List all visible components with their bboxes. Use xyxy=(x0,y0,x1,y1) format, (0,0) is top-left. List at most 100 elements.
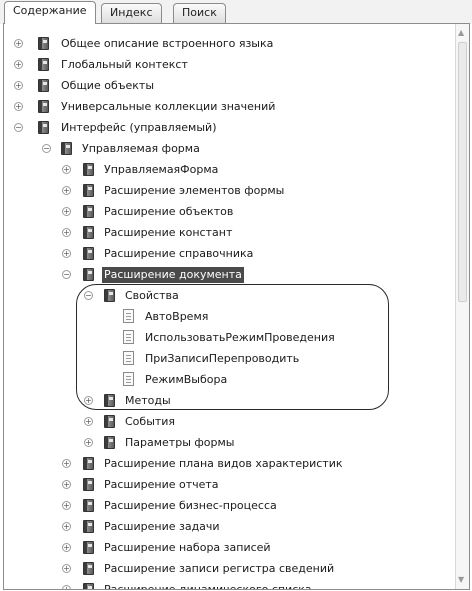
book-icon xyxy=(38,121,49,134)
tree-item-catalog-ext[interactable]: + Расширение справочника xyxy=(4,244,455,265)
scroll-down-arrow-icon[interactable]: ▼ xyxy=(458,575,464,585)
tree-item-managed-form-object[interactable]: + УправляемаяФорма xyxy=(4,160,455,181)
tree-item-label: Свойства xyxy=(125,289,179,302)
book-icon xyxy=(104,436,115,449)
tree-item-label: Общие объекты xyxy=(61,79,155,92)
tree-item-label: Расширение динамического списка xyxy=(104,583,312,590)
tree-item-label: УправляемаяФорма xyxy=(104,163,219,176)
tree-item-label: АвтоВремя xyxy=(145,310,209,323)
expand-icon[interactable]: + xyxy=(14,102,23,111)
collapse-icon[interactable]: − xyxy=(14,123,23,132)
page-icon xyxy=(123,372,134,386)
collapse-icon[interactable]: − xyxy=(84,291,93,300)
tree-item-managed-form[interactable]: − Управляемая форма xyxy=(4,139,455,160)
tree-item-business-process-ext[interactable]: + Расширение бизнес-процесса xyxy=(4,496,455,517)
expand-icon[interactable]: + xyxy=(62,564,71,573)
help-tree: + Общее описание встроенного языка + Гло… xyxy=(4,24,455,589)
book-icon xyxy=(83,457,94,470)
tree-item-label: Общее описание встроенного языка xyxy=(61,37,274,50)
tree-item-constants-ext[interactable]: + Расширение констант xyxy=(4,223,455,244)
page-icon xyxy=(123,330,134,344)
tree-item-label: Интерфейс (управляемый) xyxy=(61,121,217,134)
book-icon xyxy=(104,394,115,407)
book-icon xyxy=(61,142,72,155)
tree-item-record-set-ext[interactable]: + Расширение набора записей xyxy=(4,538,455,559)
tab-index[interactable]: Индекс xyxy=(101,3,162,23)
book-icon xyxy=(83,226,94,239)
book-icon xyxy=(83,520,94,533)
tree-item-dynamic-list-ext[interactable]: + Расширение динамического списка xyxy=(4,580,455,590)
expand-icon[interactable]: + xyxy=(62,543,71,552)
expand-icon[interactable]: + xyxy=(62,480,71,489)
expand-icon[interactable]: + xyxy=(62,207,71,216)
scrollbar-thumb[interactable] xyxy=(458,42,467,302)
book-icon xyxy=(83,247,94,260)
tree-item-global-context[interactable]: + Глобальный контекст xyxy=(4,55,455,76)
tree-item-label: Глобальный контекст xyxy=(61,58,188,71)
tree-item-prop-choice-mode[interactable]: РежимВыбора xyxy=(4,370,455,391)
expand-icon[interactable]: + xyxy=(84,396,93,405)
vertical-scrollbar[interactable]: ▲ ▼ xyxy=(455,24,469,589)
tree-item-events[interactable]: + События xyxy=(4,412,455,433)
expand-icon[interactable]: + xyxy=(62,522,71,531)
book-icon xyxy=(83,163,94,176)
tree-item-general-description[interactable]: + Общее описание встроенного языка xyxy=(4,34,455,55)
collapse-icon[interactable]: − xyxy=(42,144,51,153)
tab-bar: Содержание Индекс Поиск xyxy=(0,0,472,24)
expand-icon[interactable]: + xyxy=(14,81,23,90)
expand-icon[interactable]: + xyxy=(62,228,71,237)
tree-item-methods[interactable]: + Методы xyxy=(4,391,455,412)
tab-contents[interactable]: Содержание xyxy=(4,1,96,24)
expand-icon[interactable]: + xyxy=(84,417,93,426)
page-icon xyxy=(123,351,134,365)
tree-item-label: Расширение справочника xyxy=(104,247,254,260)
tree-item-prop-repost-on-write[interactable]: ПриЗаписиПерепроводить xyxy=(4,349,455,370)
tree-item-label: Расширение объектов xyxy=(104,205,234,218)
tree-item-report-ext[interactable]: + Расширение отчета xyxy=(4,475,455,496)
tree-item-label: Расширение констант xyxy=(104,226,233,239)
tree-item-label-selected: Расширение документа xyxy=(102,267,244,283)
expand-icon[interactable]: + xyxy=(14,60,23,69)
tree-item-form-elements-ext[interactable]: + Расширение элементов формы xyxy=(4,181,455,202)
tree-item-objects-ext[interactable]: + Расширение объектов xyxy=(4,202,455,223)
tree-item-document-ext[interactable]: − Расширение документа xyxy=(4,265,455,286)
expand-icon[interactable]: + xyxy=(14,39,23,48)
tree-item-managed-interface[interactable]: − Интерфейс (управляемый) xyxy=(4,118,455,139)
contents-panel: + Общее описание встроенного языка + Гло… xyxy=(3,23,470,590)
page-icon xyxy=(123,309,134,323)
expand-icon[interactable]: + xyxy=(62,585,71,589)
tree-item-label: Расширение отчета xyxy=(104,478,219,491)
tree-item-common-objects[interactable]: + Общие объекты xyxy=(4,76,455,97)
expand-icon[interactable]: + xyxy=(62,501,71,510)
tree-item-properties[interactable]: − Свойства xyxy=(4,286,455,307)
tree-item-info-register-record-ext[interactable]: + Расширение записи регистра сведений xyxy=(4,559,455,580)
tree-item-label: Управляемая форма xyxy=(82,142,200,155)
tree-item-label: Универсальные коллекции значений xyxy=(61,100,276,113)
tree-item-label: Методы xyxy=(125,394,171,407)
book-icon xyxy=(104,415,115,428)
expand-icon[interactable]: + xyxy=(62,249,71,258)
tree-item-label: ИспользоватьРежимПроведения xyxy=(145,331,335,344)
tree-item-prop-use-posting-mode[interactable]: ИспользоватьРежимПроведения xyxy=(4,328,455,349)
tree-item-task-ext[interactable]: + Расширение задачи xyxy=(4,517,455,538)
tree-item-form-parameters[interactable]: + Параметры формы xyxy=(4,433,455,454)
tree-item-label: Расширение бизнес-процесса xyxy=(104,499,277,512)
expand-icon[interactable]: + xyxy=(62,459,71,468)
tree-item-prop-autotime[interactable]: АвтоВремя xyxy=(4,307,455,328)
book-icon xyxy=(38,37,49,50)
expand-icon[interactable]: + xyxy=(62,186,71,195)
tree-item-char-types-plan-ext[interactable]: + Расширение плана видов характеристик xyxy=(4,454,455,475)
tab-search[interactable]: Поиск xyxy=(173,3,226,23)
tree-item-label: РежимВыбора xyxy=(145,373,228,386)
book-icon xyxy=(83,562,94,575)
book-icon xyxy=(83,583,94,589)
tree-item-label: ПриЗаписиПерепроводить xyxy=(145,352,300,365)
expand-icon[interactable]: + xyxy=(62,165,71,174)
expand-icon[interactable]: + xyxy=(84,438,93,447)
book-icon xyxy=(38,100,49,113)
collapse-icon[interactable]: − xyxy=(62,270,71,279)
book-icon xyxy=(38,58,49,71)
tree-item-label: Расширение задачи xyxy=(104,520,220,533)
tree-item-universal-collections[interactable]: + Универсальные коллекции значений xyxy=(4,97,455,118)
scroll-up-arrow-icon[interactable]: ▲ xyxy=(458,28,464,38)
